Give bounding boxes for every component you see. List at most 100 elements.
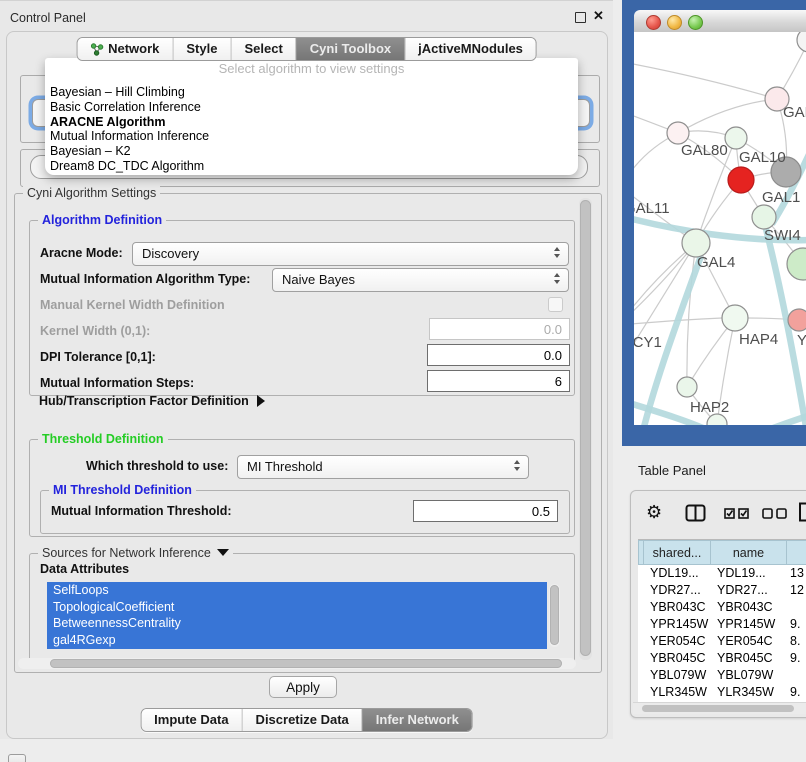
- split-columns-icon[interactable]: [685, 504, 706, 527]
- sources-group: Sources for Network Inference Data Attri…: [29, 553, 575, 666]
- node-partial-topright[interactable]: [797, 32, 806, 52]
- column-header-name[interactable]: name: [710, 540, 787, 565]
- network-edge: [752, 414, 806, 425]
- algorithm-option-dream8-dc-tdc-algorithm[interactable]: Dream8 DC_TDC Algorithm: [50, 159, 573, 174]
- mi-threshold-field[interactable]: 0.5: [413, 500, 558, 522]
- window-titlebar[interactable]: [634, 10, 806, 33]
- node-GCY1-label: GCY1: [634, 334, 662, 351]
- table-cell[interactable]: 12: [787, 582, 806, 599]
- tab-select[interactable]: Select: [230, 38, 295, 60]
- table-cell[interactable]: YLR345W: [711, 684, 787, 701]
- tab-network[interactable]: Network: [77, 38, 172, 60]
- node-big-green[interactable]: [787, 248, 806, 280]
- select-all-columns-icon[interactable]: [724, 507, 751, 525]
- node-HAP2[interactable]: [677, 377, 697, 397]
- kernel-width-field[interactable]: 0.0: [429, 318, 570, 340]
- table-cell[interactable]: 9.: [787, 684, 806, 701]
- which-threshold-value: MI Threshold: [247, 459, 323, 474]
- dpi-tolerance-label: DPI Tolerance [0,1]:: [40, 350, 156, 364]
- table-cell[interactable]: [787, 667, 806, 684]
- algorithm-option-basic-correlation-inference[interactable]: Basic Correlation Inference: [50, 100, 573, 115]
- tab-label: Discretize Data: [256, 709, 349, 731]
- node-GAL10-label: GAL10: [739, 149, 786, 166]
- table-cell[interactable]: YBR045C: [711, 650, 787, 667]
- algorithm-option-mutual-information-inference[interactable]: Mutual Information Inference: [50, 129, 573, 144]
- node-GAL10[interactable]: [725, 127, 747, 149]
- new-table-icon[interactable]: [798, 502, 806, 527]
- tab-cyni-toolbox[interactable]: Cyni Toolbox: [296, 38, 404, 60]
- attribute-item-selfloops[interactable]: SelfLoops: [47, 582, 547, 599]
- mi-steps-field[interactable]: 6: [427, 370, 570, 392]
- settings-horizontal-scrollbar[interactable]: [18, 658, 576, 669]
- column-header-shared-[interactable]: shared...: [643, 540, 711, 565]
- network-edge: [678, 99, 777, 133]
- manual-kernel-checkbox[interactable]: [548, 297, 563, 312]
- zoom-window-button[interactable]: [688, 15, 703, 30]
- minimized-panel-icon[interactable]: [8, 754, 26, 762]
- deselect-all-columns-icon[interactable]: [762, 507, 789, 525]
- attribute-item-gal4rgexp[interactable]: gal4RGexp: [47, 632, 547, 649]
- aracne-mode-combobox[interactable]: Discovery: [132, 242, 569, 266]
- mi-type-combobox[interactable]: Naive Bayes: [272, 268, 569, 292]
- close-window-button[interactable]: [646, 15, 661, 30]
- tab-style[interactable]: Style: [172, 38, 230, 60]
- table-horizontal-scrollbar[interactable]: [633, 702, 806, 714]
- node-salmon[interactable]: [788, 309, 806, 331]
- table-cell[interactable]: YDL19...: [711, 565, 787, 582]
- table-panel-title: Table Panel: [638, 463, 706, 478]
- which-threshold-combobox[interactable]: MI Threshold: [237, 455, 529, 479]
- algorithm-option-aracne-algorithm[interactable]: ARACNE Algorithm: [50, 115, 573, 130]
- algorithm-option-bayesian-hill-climbing[interactable]: Bayesian – Hill Climbing: [50, 85, 573, 100]
- minimize-window-button[interactable]: [667, 15, 682, 30]
- table-cell[interactable]: YBR045C: [644, 650, 711, 667]
- table-cell[interactable]: YBR043C: [711, 599, 787, 616]
- mi-type-label: Mutual Information Algorithm Type:: [40, 272, 250, 286]
- data-attributes-label: Data Attributes: [40, 562, 129, 576]
- table-cell[interactable]: YPR145W: [644, 616, 711, 633]
- tab-jactivemnodules[interactable]: jActiveMNodules: [404, 38, 536, 60]
- table-cell[interactable]: YBR043C: [644, 599, 711, 616]
- table-cell[interactable]: YDR27...: [644, 582, 711, 599]
- hub-definition-expander[interactable]: Hub/Transcription Factor Definition: [39, 394, 265, 408]
- screenshot-root: Control Panel ✕ NetworkStyleSelectCyni T…: [0, 0, 806, 762]
- table-cell[interactable]: 9.: [787, 616, 806, 633]
- node-GAL80[interactable]: [667, 122, 689, 144]
- attribute-item-topologicalcoefficient[interactable]: TopologicalCoefficient: [47, 599, 547, 616]
- node-HAP4[interactable]: [722, 305, 748, 331]
- algorithm-option-bayesian-k2[interactable]: Bayesian – K2: [50, 144, 573, 159]
- dpi-tolerance-field[interactable]: 0.0: [427, 344, 570, 366]
- tab-infer-network[interactable]: Infer Network: [362, 709, 472, 731]
- top-tabbar: NetworkStyleSelectCyni ToolboxjActiveMNo…: [76, 37, 537, 61]
- column-header-a[interactable]: A: [786, 540, 806, 565]
- table-cell[interactable]: YDR27...: [711, 582, 787, 599]
- tab-impute-data[interactable]: Impute Data: [141, 709, 241, 731]
- table-cell[interactable]: YPR145W: [711, 616, 787, 633]
- apply-button[interactable]: Apply: [269, 676, 337, 698]
- gear-icon[interactable]: ⚙: [646, 504, 662, 522]
- attribute-item-betweennesscentrality[interactable]: BetweennessCentrality: [47, 615, 547, 632]
- close-panel-icon[interactable]: ✕: [593, 8, 604, 24]
- table-cell[interactable]: 13: [787, 565, 806, 582]
- table-cell[interactable]: YBL079W: [711, 667, 787, 684]
- kernel-width-label: Kernel Width (0,1):: [40, 324, 150, 338]
- table-cell[interactable]: YDL19...: [644, 565, 711, 582]
- table-cell[interactable]: YBL079W: [644, 667, 711, 684]
- node-SWI4[interactable]: [752, 205, 776, 229]
- table-cell[interactable]: YLR345W: [644, 684, 711, 701]
- table-cell[interactable]: YER054C: [644, 633, 711, 650]
- table-cell[interactable]: 9.: [787, 650, 806, 667]
- network-canvas[interactable]: GAL7GAL80GAL10GAL1GAL11SWI4GAL4GCY1HAP4Y…: [634, 32, 806, 425]
- settings-vertical-scrollbar[interactable]: [579, 198, 592, 660]
- node-GAL1[interactable]: [728, 167, 754, 193]
- algorithm-definition-group: Algorithm Definition Aracne Mode: Discov…: [29, 220, 575, 396]
- float-panel-icon[interactable]: [575, 12, 586, 23]
- table-cell[interactable]: 8.: [787, 633, 806, 650]
- tab-label: Infer Network: [376, 709, 459, 731]
- list-vertical-scrollbar[interactable]: [549, 584, 560, 647]
- table-cell[interactable]: YER054C: [711, 633, 787, 650]
- aracne-mode-value: Discovery: [142, 246, 199, 261]
- node-GAL4[interactable]: [682, 229, 710, 257]
- table-cell[interactable]: [787, 599, 806, 616]
- tab-discretize-data[interactable]: Discretize Data: [242, 709, 362, 731]
- algorithm-definition-title: Algorithm Definition: [38, 213, 166, 227]
